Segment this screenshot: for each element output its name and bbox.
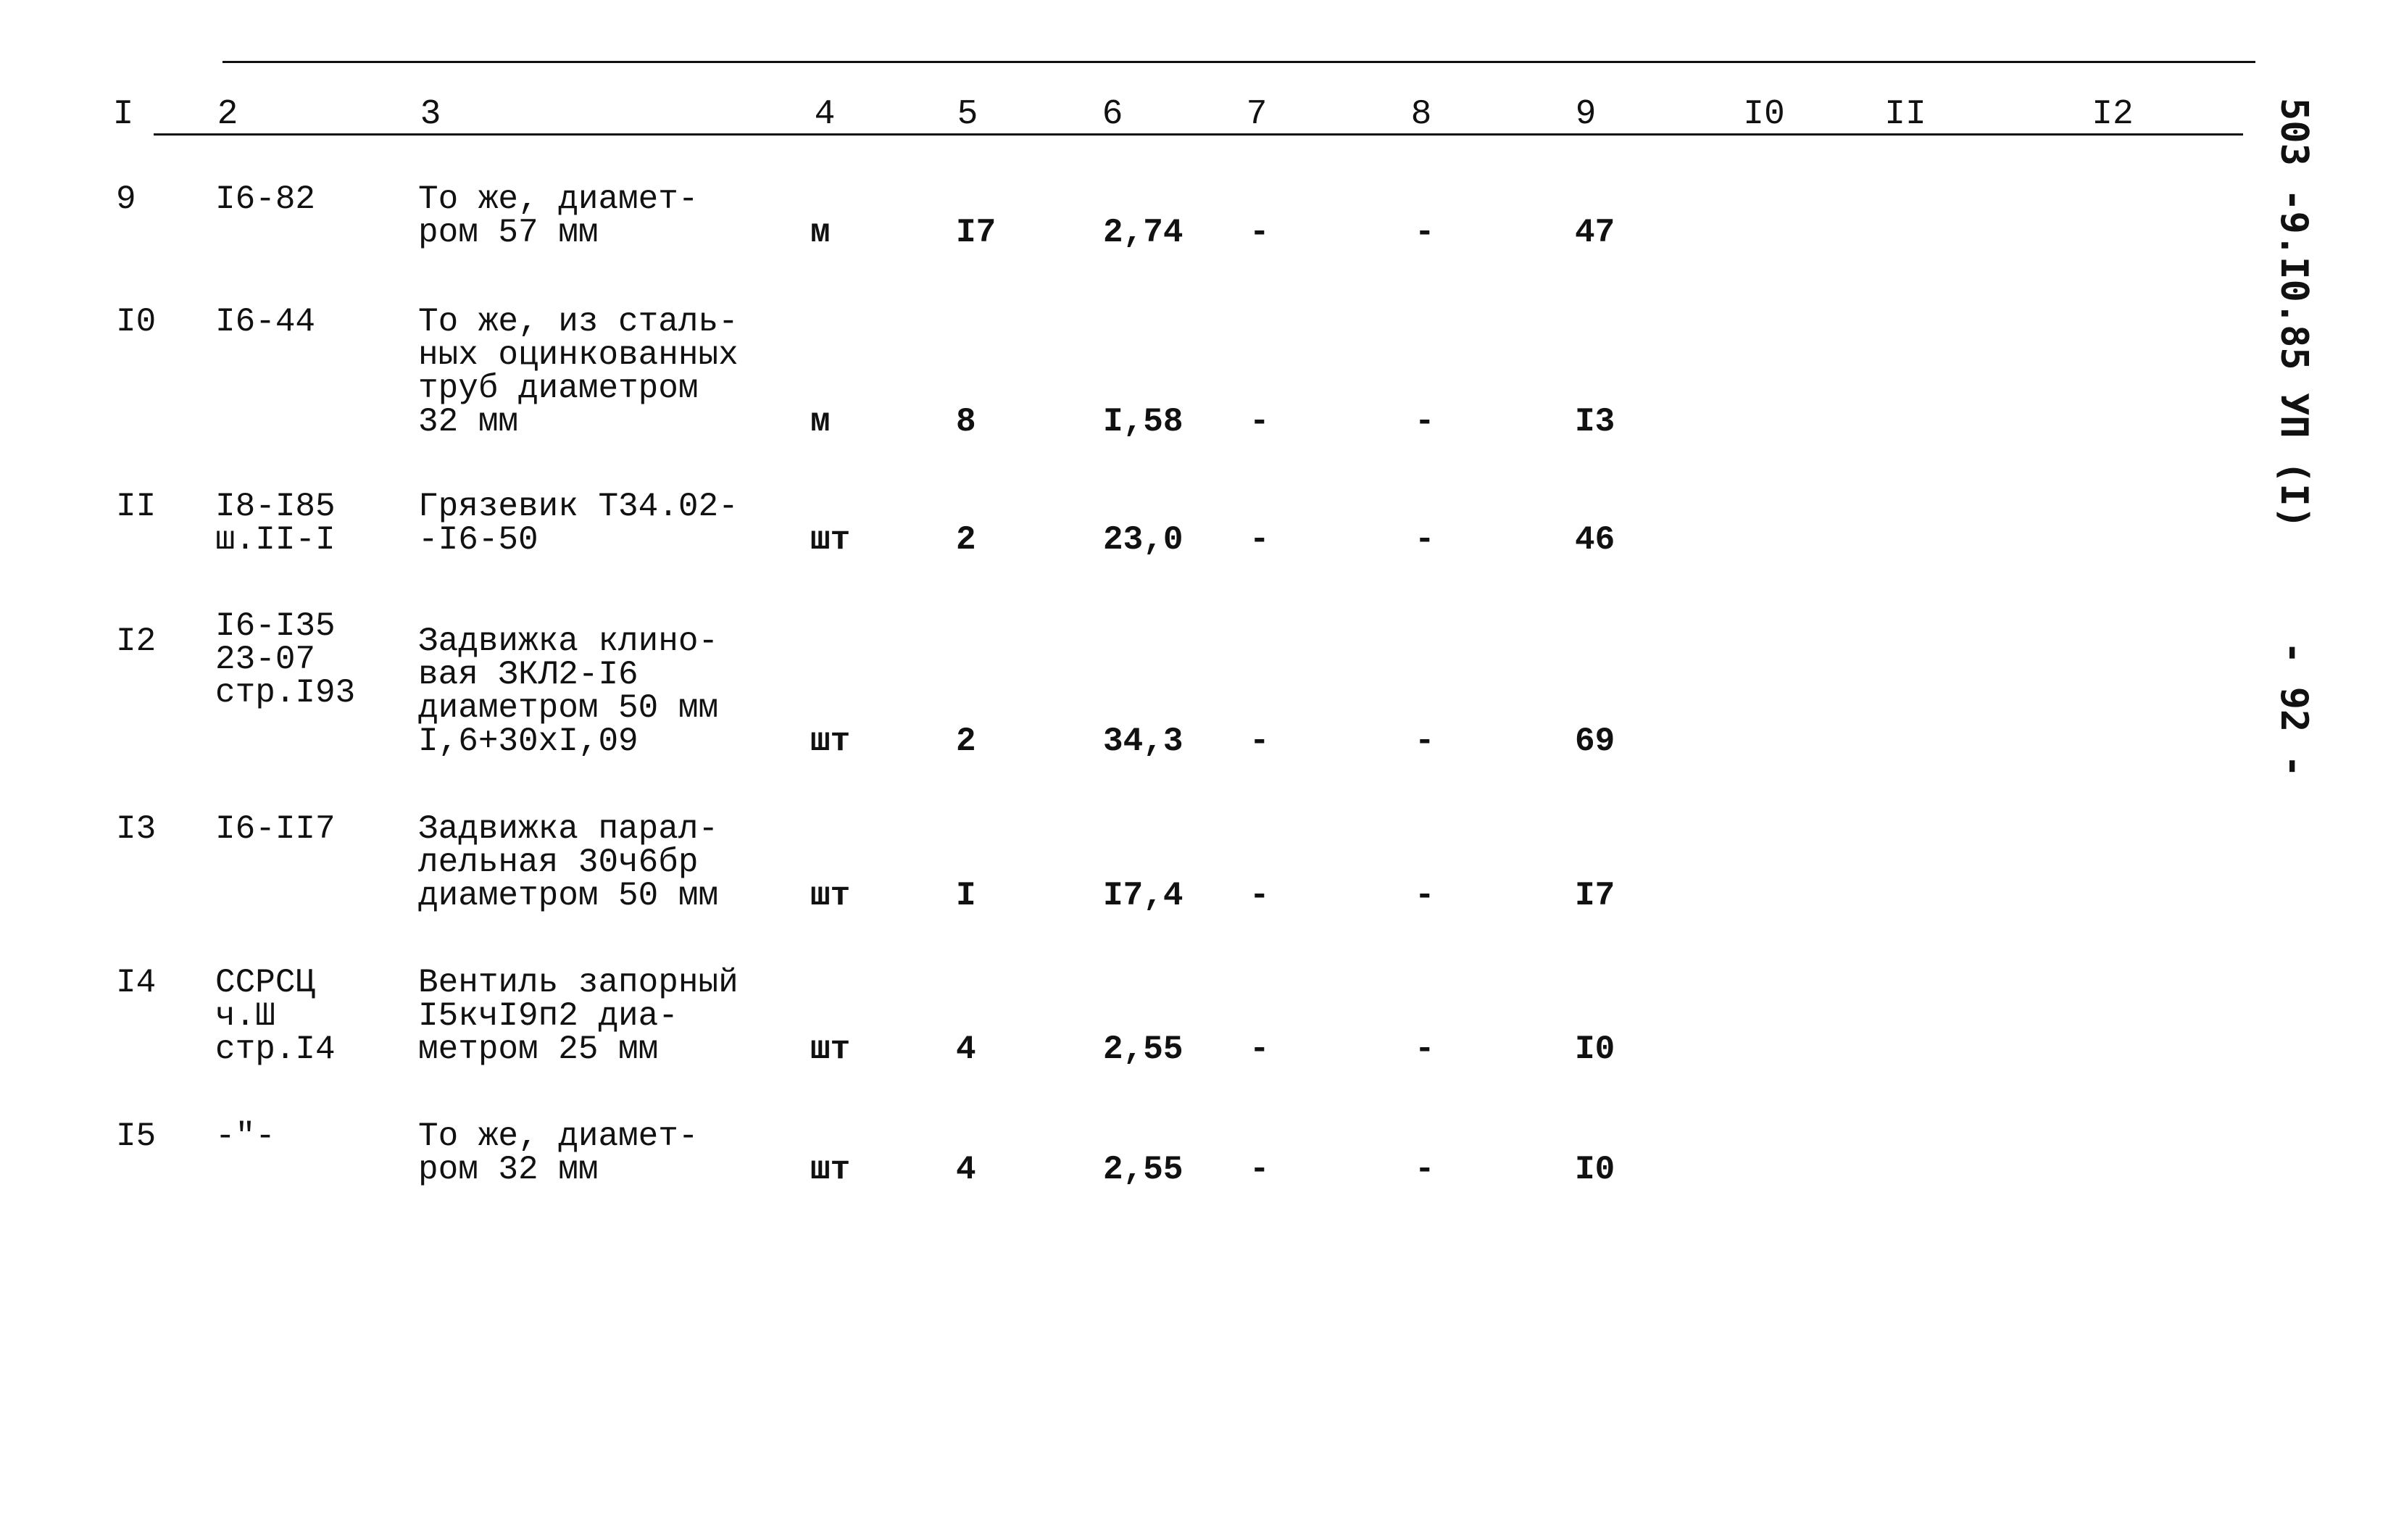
quantity: 4 xyxy=(956,1151,976,1189)
unit-price: 2,55 xyxy=(1103,1031,1184,1068)
col-7: - xyxy=(1249,723,1270,760)
col-8: - xyxy=(1415,1151,1435,1189)
unit-price: 2,74 xyxy=(1103,214,1184,251)
description: Задвижка клино- вая ЗКЛ2-I6 диаметром 50… xyxy=(418,623,719,760)
col-9-total: I0 xyxy=(1575,1031,1615,1068)
col-9-total: 46 xyxy=(1575,521,1615,559)
col-7: - xyxy=(1249,1151,1270,1189)
column-header-2: 2 xyxy=(217,95,238,134)
column-header-6: 6 xyxy=(1102,95,1123,134)
column-header-10: I0 xyxy=(1743,95,1785,134)
col-8: - xyxy=(1415,723,1435,760)
unit: м xyxy=(810,214,831,251)
unit-price: 34,3 xyxy=(1103,723,1184,760)
description: Задвижка парал- лельная 30ч6бр диаметром… xyxy=(418,810,719,915)
col-7: - xyxy=(1249,521,1270,559)
col-9-total: 69 xyxy=(1575,723,1615,760)
col-9-total: 47 xyxy=(1575,214,1615,251)
quantity: I7 xyxy=(956,214,997,251)
row-number: I3 xyxy=(116,810,157,848)
row-number: I2 xyxy=(116,623,157,660)
unit-price: I,58 xyxy=(1103,403,1184,441)
unit-price: 2,55 xyxy=(1103,1151,1184,1189)
column-header-8: 8 xyxy=(1410,95,1432,134)
column-header-11: II xyxy=(1884,95,1926,134)
quantity: 2 xyxy=(956,521,976,559)
column-header-9: 9 xyxy=(1575,95,1597,134)
document-code: 503 -9.I0.85 УП (I) xyxy=(2272,98,2316,529)
norm-code: I6-I35 23-07 стр.I93 xyxy=(215,607,356,712)
unit-price: 23,0 xyxy=(1103,521,1184,559)
quantity: 2 xyxy=(956,723,976,760)
description: Вентиль запорный I5кчI9п2 диа- метром 25… xyxy=(418,964,739,1068)
row-number: I5 xyxy=(116,1117,157,1155)
description: То же, диамет- ром 57 мм xyxy=(418,180,699,251)
col-8: - xyxy=(1415,214,1435,251)
norm-code: I6-82 xyxy=(215,180,316,218)
norm-code: -"- xyxy=(215,1117,275,1155)
quantity: 4 xyxy=(956,1031,976,1068)
description: То же, диамет- ром 32 мм xyxy=(418,1117,699,1189)
col-7: - xyxy=(1249,403,1270,441)
quantity: I xyxy=(956,877,976,915)
norm-code: I8-I85 ш.II-I xyxy=(215,488,336,559)
col-9-total: I3 xyxy=(1575,403,1615,441)
unit: шт xyxy=(810,723,851,760)
row-number: 9 xyxy=(116,180,136,218)
row-number: II xyxy=(116,488,157,525)
unit: м xyxy=(810,403,831,441)
norm-code: I6-44 xyxy=(215,303,316,341)
top-rule xyxy=(222,61,2255,63)
column-header-5: 5 xyxy=(957,95,978,134)
col-9-total: I0 xyxy=(1575,1151,1615,1189)
column-header-3: 3 xyxy=(420,95,441,134)
description: Грязевик Т34.02- -I6-50 xyxy=(418,488,739,559)
description: То же, из сталь- ных оцинкованных труб д… xyxy=(418,303,739,441)
norm-code: ССРСЦ ч.Ш стр.I4 xyxy=(215,964,336,1068)
unit: шт xyxy=(810,877,851,915)
quantity: 8 xyxy=(956,403,976,441)
page-number: - 92 - xyxy=(2272,641,2316,778)
col-8: - xyxy=(1415,1031,1435,1068)
norm-code: I6-II7 xyxy=(215,810,336,848)
col-7: - xyxy=(1249,214,1270,251)
col-7: - xyxy=(1249,877,1270,915)
header-rule xyxy=(154,133,2243,136)
col-7: - xyxy=(1249,1031,1270,1068)
unit-price: I7,4 xyxy=(1103,877,1184,915)
col-8: - xyxy=(1415,877,1435,915)
col-9-total: I7 xyxy=(1575,877,1615,915)
column-header-1: I xyxy=(112,95,134,134)
unit: шт xyxy=(810,1031,851,1068)
column-header-7: 7 xyxy=(1246,95,1268,134)
unit: шт xyxy=(810,1151,851,1189)
column-header-4: 4 xyxy=(814,95,836,134)
row-number: I0 xyxy=(116,303,157,341)
unit: шт xyxy=(810,521,851,559)
col-8: - xyxy=(1415,403,1435,441)
row-number: I4 xyxy=(116,964,157,1002)
col-8: - xyxy=(1415,521,1435,559)
column-header-12: I2 xyxy=(2092,95,2134,134)
